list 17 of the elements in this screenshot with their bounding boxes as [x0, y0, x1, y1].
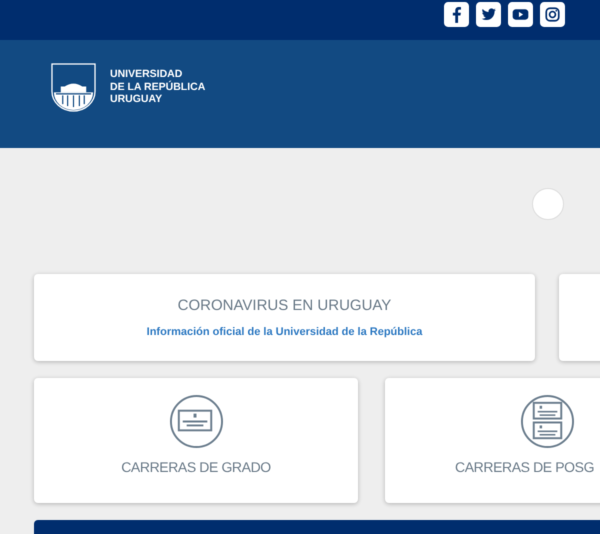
program-card[interactable]: CARRERAS DE GRADO [34, 378, 358, 503]
university-name[interactable]: URUGUAY [110, 93, 206, 106]
building-shield-icon[interactable] [51, 62, 96, 112]
card-title: CORONAVIRUS EN URUGUAY [178, 297, 392, 314]
program-card[interactable]: CARRERAS DE POSG [385, 378, 600, 503]
facebook-icon[interactable] [444, 2, 469, 27]
info-card[interactable]: CORONAVIRUS EN URUGUAY Información oficial de la Universidad de la República [34, 274, 535, 361]
two-documents-icon [520, 394, 574, 449]
info-link[interactable]: Información oficial de la Universidad de la República [146, 326, 422, 338]
card-label: CARRERAS DE POSG [455, 459, 594, 475]
card-label: CARRERAS DE GRADO [121, 459, 271, 475]
video-play-icon[interactable] [508, 2, 533, 27]
twitter-icon[interactable] [476, 2, 501, 27]
university-name[interactable]: UNIVERSIDAD [110, 68, 206, 81]
university-name[interactable]: DE LA REPÚBLICA [110, 80, 206, 94]
document-icon [168, 394, 224, 449]
camera-icon[interactable] [540, 2, 565, 27]
